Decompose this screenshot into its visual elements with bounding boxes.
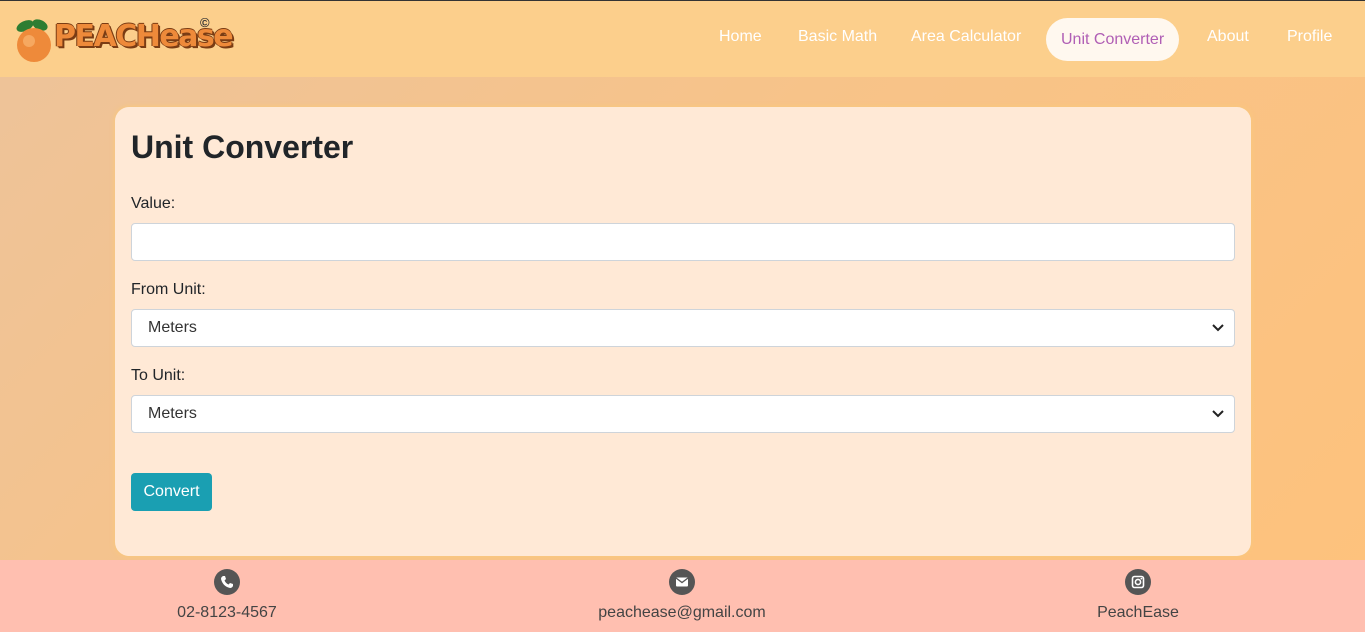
from-unit-value: Meters	[148, 319, 197, 336]
peach-icon	[16, 19, 51, 62]
chevron-down-icon	[1212, 324, 1224, 332]
nav-home[interactable]: Home	[719, 28, 762, 46]
from-unit-label: From Unit:	[131, 281, 206, 298]
to-unit-label: To Unit:	[131, 367, 186, 384]
nav-area-calculator[interactable]: Area Calculator	[911, 28, 1021, 46]
phone-icon	[214, 569, 240, 595]
unit-converter-card: Unit Converter Value: From Unit: Meters …	[115, 107, 1251, 556]
nav-profile[interactable]: Profile	[1287, 28, 1332, 46]
chevron-down-icon	[1212, 410, 1224, 418]
value-input-box	[131, 223, 1235, 261]
nav-basic-math[interactable]: Basic Math	[798, 28, 877, 46]
footer-social: PeachEase	[988, 569, 1288, 622]
navbar: PEACHease © Home Basic Math Area Calcula…	[0, 0, 1365, 77]
social-handle[interactable]: PeachEase	[988, 604, 1288, 622]
nav-about[interactable]: About	[1207, 28, 1249, 46]
phone-number: 02-8123-4567	[177, 604, 277, 621]
convert-button[interactable]: Convert	[131, 473, 212, 511]
footer-email: peachease@gmail.com	[532, 569, 832, 622]
from-unit-select[interactable]: Meters	[131, 309, 1235, 347]
value-label: Value:	[131, 195, 176, 212]
to-unit-select[interactable]: Meters	[131, 395, 1235, 433]
footer: 02-8123-4567 peachease@gmail.com PeachEa…	[0, 560, 1365, 632]
nav-unit-converter[interactable]: Unit Converter	[1046, 18, 1180, 61]
email-address[interactable]: peachease@gmail.com	[532, 604, 832, 622]
value-input[interactable]	[148, 224, 1234, 260]
copyright-mark: ©	[200, 15, 210, 30]
peachease-logo[interactable]: PEACHease ©	[14, 15, 234, 65]
to-unit-value: Meters	[148, 405, 197, 422]
page-title: Unit Converter	[131, 129, 354, 165]
mail-icon	[669, 569, 695, 595]
footer-phone: 02-8123-4567	[77, 569, 377, 622]
instagram-icon	[1125, 569, 1151, 595]
